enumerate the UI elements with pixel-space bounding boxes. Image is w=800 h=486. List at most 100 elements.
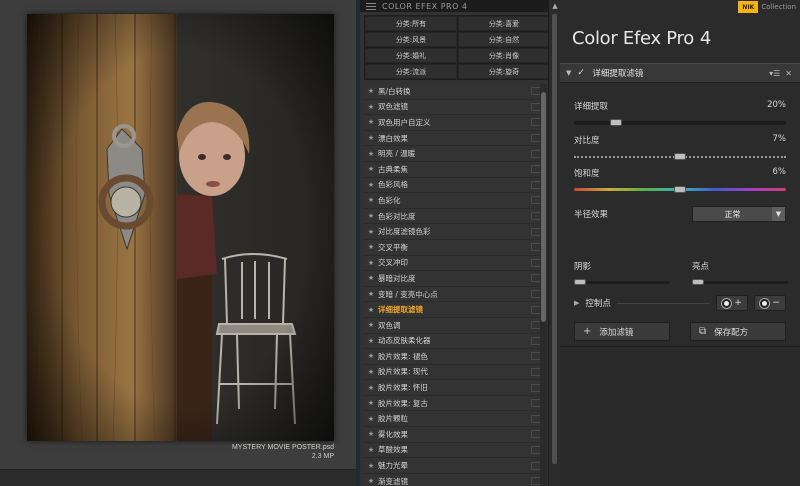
star-icon[interactable]: ★ <box>364 290 378 298</box>
star-icon[interactable]: ★ <box>364 181 378 189</box>
filter-name: 色彩风格 <box>378 180 408 190</box>
slider-track[interactable] <box>692 279 788 285</box>
star-icon[interactable]: ★ <box>364 384 378 392</box>
star-icon[interactable]: ★ <box>364 228 378 236</box>
star-icon[interactable]: ★ <box>364 118 378 126</box>
filter-name: 草酸效果 <box>378 445 408 455</box>
slider-knob[interactable] <box>674 186 686 193</box>
filter-list-item[interactable]: ★ 胶片效果: 褪色 <box>364 349 544 365</box>
filter-list-item[interactable]: ★ 黑/白转换 <box>364 84 544 100</box>
collapse-triangle-icon[interactable]: ▼ <box>566 69 571 77</box>
slider-label: 详细提取 <box>574 102 609 112</box>
filter-list-item[interactable]: ★ 明亮 / 温暖 <box>364 146 544 162</box>
filter-list-item[interactable]: ★ 动态皮肤柔化器 <box>364 333 544 350</box>
star-icon[interactable]: ★ <box>364 150 378 158</box>
save-preset-button[interactable]: ⧉ 保存配方 <box>690 322 786 341</box>
expand-triangle-icon[interactable]: ▶ <box>574 299 579 307</box>
slider-knob[interactable] <box>574 279 586 285</box>
radius-select[interactable]: 正常 ▼ <box>692 206 786 222</box>
remove-control-point-button[interactable]: − <box>754 295 786 311</box>
star-icon[interactable]: ★ <box>364 259 378 267</box>
slider-knob[interactable] <box>610 119 623 126</box>
filter-list-item[interactable]: ★ 双色用户自定义 <box>364 115 544 131</box>
category-nature-button[interactable]: 分类:自然 <box>458 32 550 47</box>
filter-list-item[interactable]: ★ 色彩风格 <box>364 177 544 194</box>
filter-list-item[interactable]: ★ 雾化效果 <box>364 427 544 443</box>
filter-list-item[interactable]: ★ 双色滤镜 <box>364 99 544 116</box>
filter-list-item[interactable]: ★ 详细提取滤镜 <box>364 302 544 318</box>
filter-list-item[interactable]: ★ 色彩对比度 <box>364 208 544 225</box>
close-icon[interactable]: ✕ <box>785 69 792 78</box>
category-genre-button[interactable]: 分类:流派 <box>365 64 457 79</box>
filter-list-item[interactable]: ★ 渐变滤镜 <box>364 473 544 486</box>
contrast-slider[interactable]: 对比度 7% <box>574 134 786 160</box>
filter-list-item[interactable]: ★ 魅力光晕 <box>364 458 544 474</box>
scroll-up-icon[interactable]: ▲ <box>551 2 559 10</box>
star-icon[interactable]: ★ <box>364 274 378 282</box>
category-landscape-button[interactable]: 分类:风景 <box>365 32 457 47</box>
star-icon[interactable]: ★ <box>364 243 378 251</box>
scrollbar-thumb[interactable] <box>552 14 557 464</box>
filter-list-item[interactable]: ★ 草酸效果 <box>364 442 544 459</box>
filter-list-item[interactable]: ★ 胶片效果: 现代 <box>364 364 544 381</box>
highlights-slider[interactable]: 亮点 <box>692 260 788 285</box>
category-portrait-button[interactable]: 分类:肖像 <box>458 48 550 63</box>
star-icon[interactable]: ★ <box>364 321 378 329</box>
star-icon[interactable]: ★ <box>364 462 378 470</box>
filter-list-item[interactable]: ★ 胶片效果: 复古 <box>364 395 544 412</box>
star-icon[interactable]: ★ <box>364 415 378 423</box>
add-filter-button[interactable]: + 添加滤镜 <box>574 322 670 341</box>
scrollbar-thumb[interactable] <box>541 92 546 322</box>
category-travel-button[interactable]: 分类:旋奇 <box>458 64 550 79</box>
star-icon[interactable]: ★ <box>364 165 378 173</box>
star-icon[interactable]: ★ <box>364 352 378 360</box>
filter-list-item[interactable]: ★ 古典柔焦 <box>364 161 544 178</box>
filter-list-item[interactable]: ★ 交叉冲印 <box>364 255 544 272</box>
star-icon[interactable]: ★ <box>364 446 378 454</box>
panel-menu-icon[interactable]: ▾☰ <box>769 69 780 78</box>
enable-checkbox[interactable]: ✓ <box>577 68 586 78</box>
filter-list-item[interactable]: ★ 变暗 / 变亮中心点 <box>364 286 544 303</box>
add-control-point-button[interactable]: + <box>716 295 748 311</box>
star-icon[interactable]: ★ <box>364 103 378 111</box>
filter-list-item[interactable]: ★ 对比度滤镜色彩 <box>364 224 544 240</box>
detail-extraction-slider[interactable]: 详细提取 20% <box>574 100 786 126</box>
preview-image[interactable] <box>27 14 334 441</box>
category-all-button[interactable]: 分类:所有 <box>365 16 457 31</box>
star-icon[interactable]: ★ <box>364 134 378 142</box>
star-icon[interactable]: ★ <box>364 87 378 95</box>
category-wedding-button[interactable]: 分类:婚礼 <box>365 48 457 63</box>
star-icon[interactable]: ★ <box>364 430 378 438</box>
slider-track[interactable] <box>574 279 670 285</box>
filter-list-item[interactable]: ★ 胶片颗粒 <box>364 411 544 428</box>
slider-knob[interactable] <box>692 279 704 285</box>
menu-icon[interactable] <box>366 2 376 10</box>
filter-list-item[interactable]: ★ 色彩化 <box>364 193 544 209</box>
nik-logo-icon: NIK <box>738 1 759 13</box>
star-icon[interactable]: ★ <box>364 368 378 376</box>
filter-panel-header[interactable]: ▼ ✓ 详细提取滤镜 ▾☰ ✕ <box>560 63 800 83</box>
chevron-down-icon[interactable]: ▼ <box>772 207 785 221</box>
saturation-slider[interactable]: 饱和度 6% <box>574 167 786 193</box>
filter-panel-scrollbar[interactable]: ▲ <box>548 0 560 486</box>
slider-track[interactable] <box>574 153 786 160</box>
category-grid: 分类:所有 分类:喜爱 分类:风景 分类:自然 分类:婚礼 分类:肖像 分类:流… <box>364 15 551 80</box>
filter-list-item[interactable]: ★ 胶片效果: 怀旧 <box>364 380 544 396</box>
star-icon[interactable]: ★ <box>364 337 378 345</box>
filter-name: 漂白效果 <box>378 133 408 143</box>
filter-list-item[interactable]: ★ 漂白效果 <box>364 130 544 147</box>
filter-list-scrollbar[interactable] <box>540 84 547 486</box>
shadows-slider[interactable]: 阴影 <box>574 260 670 285</box>
filter-list-item[interactable]: ★ 交叉平衡 <box>364 239 544 256</box>
filter-list-item[interactable]: ★ 暴暗对比度 <box>364 271 544 287</box>
slider-knob[interactable] <box>674 153 686 160</box>
star-icon[interactable]: ★ <box>364 399 378 407</box>
slider-track[interactable] <box>574 186 786 193</box>
slider-track[interactable] <box>574 119 786 126</box>
star-icon[interactable]: ★ <box>364 477 378 485</box>
star-icon[interactable]: ★ <box>364 306 378 314</box>
star-icon[interactable]: ★ <box>364 196 378 204</box>
category-favorites-button[interactable]: 分类:喜爱 <box>458 16 550 31</box>
star-icon[interactable]: ★ <box>364 212 378 220</box>
filter-list-item[interactable]: ★ 双色调 <box>364 317 544 334</box>
